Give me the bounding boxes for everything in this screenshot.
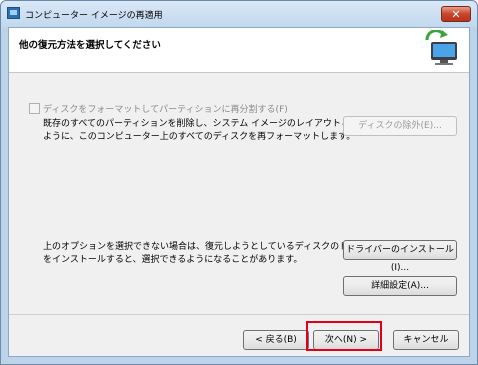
cancel-button[interactable]: キャンセル (393, 330, 459, 350)
format-checkbox-label: ディスクをフォーマットしてパーティションに再分割する(F) (43, 105, 288, 115)
title-bar: コンピューター イメージの再適用 ✕ (1, 1, 477, 27)
format-option: ディスクをフォーマットしてパーティションに再分割する(F) (29, 102, 288, 115)
format-description-line1: 既存のすべてのパーティションを削除し、システム イメージのレイアウトと一致する (43, 119, 386, 129)
driver-description-line2: をインストールすると、選択できるようになることがあります。 (43, 255, 303, 265)
exclude-disks-button[interactable]: ディスクの除外(E)... (343, 116, 457, 136)
format-description-line2: ように、このコンピューター上のすべてのディスクを再フォーマットします。 (43, 132, 356, 142)
driver-description-line1: 上のオプションを選択できない場合は、復元しようとしているディスクのドライバー (43, 242, 384, 252)
close-button[interactable]: ✕ (441, 6, 471, 22)
footer-divider (9, 314, 469, 315)
driver-description: 上のオプションを選択できない場合は、復元しようとしているディスクのドライバー を… (43, 241, 384, 267)
page-title: 他の復元方法を選択してください (19, 40, 161, 51)
app-icon (7, 7, 20, 19)
advanced-settings-button[interactable]: 詳細設定(A)... (343, 276, 457, 296)
header-panel: 他の復元方法を選択してください (9, 28, 469, 72)
back-button[interactable]: < 戻る(B) (243, 330, 309, 350)
dialog-window: コンピューター イメージの再適用 ✕ 他の復元方法を選択してください ディスクを… (0, 0, 478, 365)
next-button-highlight (306, 321, 382, 351)
format-checkbox[interactable] (29, 103, 40, 114)
window-title: コンピューター イメージの再適用 (25, 11, 163, 21)
computer-restore-icon (425, 30, 457, 65)
format-description: 既存のすべてのパーティションを削除し、システム イメージのレイアウトと一致する … (43, 118, 386, 144)
install-driver-button[interactable]: ドライバーのインストール(I)... (343, 240, 457, 273)
dialog-content: 他の復元方法を選択してください ディスクをフォーマットしてパーティションに再分割… (8, 27, 470, 357)
header-divider (9, 72, 469, 73)
